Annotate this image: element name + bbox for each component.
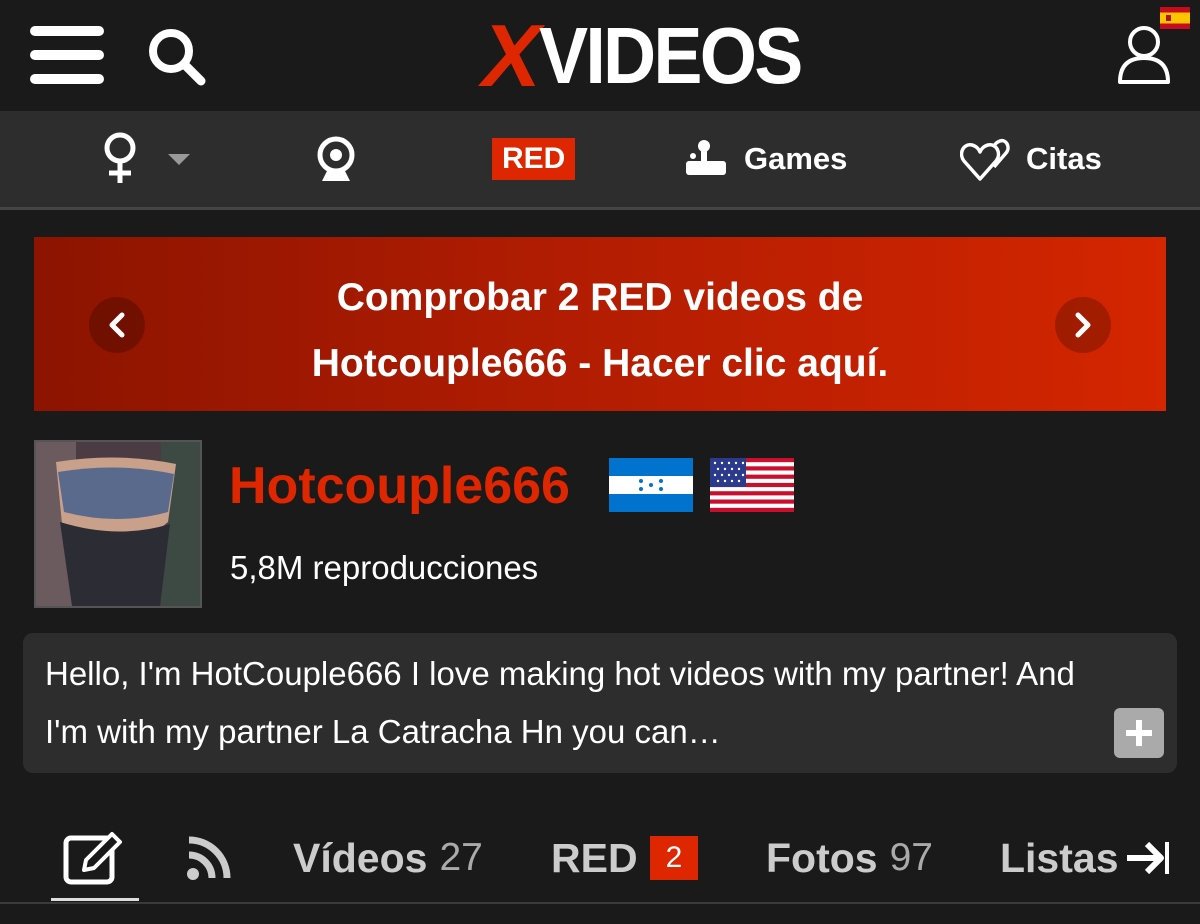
fotos-tab-label: Fotos	[766, 834, 878, 881]
expand-bio-button[interactable]	[1114, 708, 1164, 758]
profile-name[interactable]: Hotcouple666	[229, 454, 570, 518]
red-label: RED	[492, 138, 576, 180]
tab-red[interactable]: RED 2	[551, 828, 699, 888]
banner-line-2: Hotcouple666 - Hacer clic aquí.	[311, 342, 889, 385]
fotos-count: 97	[889, 836, 933, 879]
chevron-down-icon	[168, 154, 190, 165]
joystick-icon	[686, 140, 726, 175]
nav-citas[interactable]: Citas	[960, 111, 1102, 207]
category-nav: RED Games Citas	[0, 111, 1200, 210]
listas-tab-label: Listas	[1000, 834, 1119, 881]
nav-red[interactable]: RED	[492, 111, 576, 207]
banner-line-1: Comprobar 2 RED videos de	[336, 276, 864, 319]
female-icon	[104, 132, 136, 183]
videos-tab-label: Vídeos	[293, 834, 428, 881]
user-icon[interactable]	[1114, 24, 1174, 88]
red-tab-label: RED	[551, 834, 638, 881]
tab-about[interactable]	[62, 828, 126, 888]
games-label: Games	[744, 141, 848, 176]
banner-next-button[interactable]	[1055, 297, 1111, 353]
view-count: 5,8M reproducciones	[230, 549, 539, 586]
nav-games[interactable]: Games	[684, 111, 847, 207]
hearts-icon	[960, 138, 1010, 181]
tab-feed[interactable]	[186, 828, 232, 888]
webcam-icon[interactable]	[316, 111, 356, 207]
red-count-badge: 2	[649, 836, 699, 880]
honduras-flag-icon	[609, 458, 693, 512]
arrow-right-icon[interactable]	[1125, 838, 1171, 878]
site-logo[interactable]: X VIDEOS	[482, 6, 823, 105]
hamburger-icon[interactable]	[30, 26, 104, 84]
top-header: X VIDEOS	[0, 0, 1200, 111]
tab-fotos[interactable]: Fotos 97	[766, 828, 933, 888]
banner-prev-button[interactable]	[89, 297, 145, 353]
tab-videos[interactable]: Vídeos 27	[293, 828, 483, 888]
tabs-divider	[0, 902, 1200, 904]
plus-icon	[1126, 720, 1152, 746]
gender-selector[interactable]	[100, 111, 192, 207]
chevron-right-icon	[1075, 312, 1091, 338]
logo-x: X	[482, 6, 541, 105]
videos-count: 27	[439, 836, 483, 879]
banner-text: Comprobar 2 RED videos de Hotcouple666 -…	[154, 265, 1046, 397]
rss-icon	[187, 836, 231, 880]
bio-text: Hello, I'm HotCouple666 I love making ho…	[45, 655, 1075, 750]
citas-label: Citas	[1026, 141, 1102, 176]
profile-avatar[interactable]	[34, 440, 202, 608]
tab-listas[interactable]: Listas	[1000, 828, 1200, 888]
profile-bio: Hello, I'm HotCouple666 I love making ho…	[23, 633, 1177, 773]
chevron-left-icon	[109, 312, 125, 338]
active-tab-indicator	[51, 898, 139, 901]
logo-text: VIDEOS	[538, 11, 803, 100]
usa-flag-icon	[710, 458, 794, 512]
search-icon[interactable]	[146, 26, 208, 88]
red-promo-banner[interactable]: Comprobar 2 RED videos de Hotcouple666 -…	[34, 237, 1166, 411]
edit-icon	[63, 832, 122, 885]
